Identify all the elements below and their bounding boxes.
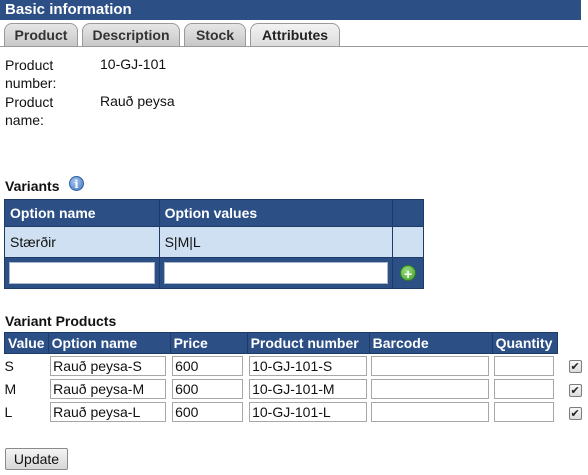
info-icon[interactable]: i xyxy=(69,176,84,191)
checkbox-checked-icon[interactable]: ✔ xyxy=(568,406,582,420)
tab-divider xyxy=(0,46,588,47)
vp-value: M xyxy=(4,380,17,397)
vp-quantity-input[interactable] xyxy=(494,378,555,399)
vp-col-quantity: Quantity xyxy=(491,332,558,354)
vp-col-value: Value xyxy=(4,332,49,354)
variant-products-title: Variant Products xyxy=(5,313,117,329)
variant-option-values: S|M|L xyxy=(158,226,394,258)
tab-product[interactable]: Product xyxy=(4,23,78,46)
variants-table: Option name Option values Stærðir S|M|L … xyxy=(4,199,424,289)
vp-value: L xyxy=(4,403,13,420)
vp-col-barcode: Barcode xyxy=(368,332,493,354)
vp-quantity-input[interactable] xyxy=(494,355,555,376)
tab-stock[interactable]: Stock xyxy=(184,23,246,46)
update-button[interactable]: Update xyxy=(5,448,68,470)
product-number-label: Product number: xyxy=(5,57,57,91)
checkbox-checked-icon[interactable]: ✔ xyxy=(568,360,582,374)
vp-col-product-number: Product number xyxy=(246,332,370,354)
vp-price-input[interactable]: 600 xyxy=(172,401,244,422)
vp-col-option-name: Option name xyxy=(47,332,171,354)
variant-row[interactable]: Stærðir S|M|L xyxy=(4,226,424,258)
vp-barcode-input[interactable] xyxy=(371,401,490,422)
table-row: S Rauð peysa-S 600 10-GJ-101-S ✔ xyxy=(5,354,584,378)
vp-price-input[interactable]: 600 xyxy=(172,378,244,399)
new-variant-row: + xyxy=(4,257,424,289)
variant-row-actions xyxy=(392,226,424,258)
new-option-name-input[interactable] xyxy=(9,262,155,284)
product-number-value: 10-GJ-101 xyxy=(100,56,167,72)
vp-quantity-input[interactable] xyxy=(494,401,555,422)
variants-title: Variants xyxy=(5,178,60,194)
add-icon[interactable]: + xyxy=(400,264,417,282)
vp-option-name-input[interactable]: Rauð peysa-L xyxy=(50,401,167,422)
vp-col-price: Price xyxy=(169,332,248,354)
vp-option-name-input[interactable]: Rauð peysa-S xyxy=(50,355,167,376)
product-name-label: Product name: xyxy=(5,94,54,128)
product-name-value: Rauð peysa xyxy=(100,93,175,109)
vp-product-number-input[interactable]: 10-GJ-101-L xyxy=(249,401,368,422)
tab-attributes[interactable]: Attributes xyxy=(250,23,340,46)
vp-product-number-input[interactable]: 10-GJ-101-S xyxy=(249,355,368,376)
basic-information-header: Basic information xyxy=(0,0,581,20)
vp-barcode-input[interactable] xyxy=(371,355,490,376)
variants-col-actions xyxy=(392,199,424,227)
tab-description[interactable]: Description xyxy=(82,23,180,46)
vp-price-input[interactable]: 600 xyxy=(172,355,244,376)
table-row: M Rauð peysa-M 600 10-GJ-101-M ✔ xyxy=(5,377,584,400)
new-option-values-input[interactable] xyxy=(163,262,389,284)
table-row: L Rauð peysa-L 600 10-GJ-101-L ✔ xyxy=(5,400,584,423)
variants-col-option-name: Option name xyxy=(4,199,160,227)
variant-option-name: Stærðir xyxy=(4,226,160,258)
checkbox-checked-icon[interactable]: ✔ xyxy=(568,383,582,397)
vp-product-number-input[interactable]: 10-GJ-101-M xyxy=(249,378,368,399)
variants-col-option-values: Option values xyxy=(158,199,394,227)
vp-barcode-input[interactable] xyxy=(371,378,490,399)
vp-value: S xyxy=(4,357,14,374)
variant-products-table: Value Option name Price Product number B… xyxy=(4,332,584,423)
vp-option-name-input[interactable]: Rauð peysa-M xyxy=(50,378,167,399)
